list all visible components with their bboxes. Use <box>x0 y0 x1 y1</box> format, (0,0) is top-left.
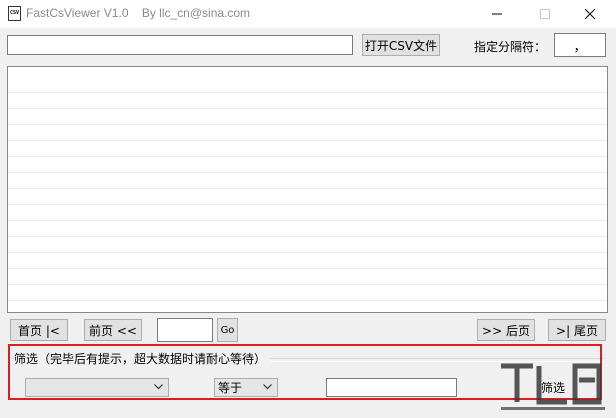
data-grid[interactable] <box>7 66 608 313</box>
first-page-button[interactable]: 首页 |< <box>10 319 68 341</box>
last-page-button[interactable]: >| 尾页 <box>548 319 606 341</box>
minimize-button[interactable] <box>476 0 518 28</box>
close-button[interactable] <box>569 0 611 28</box>
maximize-icon <box>540 9 550 19</box>
next-page-button[interactable]: >> 后页 <box>477 319 535 341</box>
csv-app-icon: CSV <box>8 6 21 21</box>
minimize-icon <box>492 13 502 15</box>
delimiter-input[interactable]: ， <box>554 33 606 57</box>
page-number-input[interactable] <box>157 318 213 342</box>
open-csv-button[interactable]: 打开CSV文件 <box>362 34 440 56</box>
maximize-button[interactable] <box>524 0 566 28</box>
file-path-input[interactable] <box>7 35 353 55</box>
filter-highlight-box <box>8 344 602 400</box>
go-button[interactable]: Go <box>217 318 238 342</box>
close-icon <box>585 9 595 19</box>
title-bar: CSV FastCsViewer V1.0 By llc_cn@sina.com <box>0 0 616 28</box>
prev-page-button[interactable]: 前页 << <box>84 319 142 341</box>
app-icon-text: CSV <box>9 10 20 16</box>
window-title: FastCsViewer V1.0 By llc_cn@sina.com <box>26 6 251 20</box>
delimiter-label: 指定分隔符： <box>474 40 547 54</box>
